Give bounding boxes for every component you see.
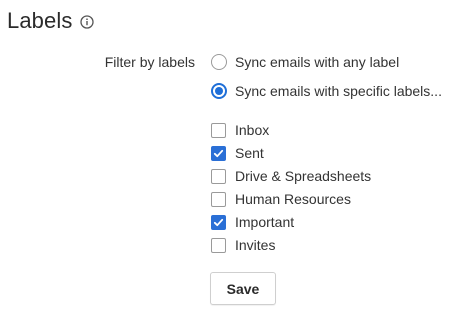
- info-icon[interactable]: [80, 14, 95, 29]
- label-item-human-resources[interactable]: Human Resources: [211, 190, 351, 208]
- label-item-important[interactable]: Important: [211, 213, 294, 231]
- checkmark-icon: [213, 218, 224, 226]
- label-item-drive-spreadsheets[interactable]: Drive & Spreadsheets: [211, 167, 371, 185]
- label-item-invites[interactable]: Invites: [211, 236, 275, 254]
- radio-specific-labels-text: Sync emails with specific labels...: [235, 83, 442, 99]
- label-name: Sent: [235, 145, 264, 161]
- label-name: Inbox: [235, 122, 270, 138]
- radio-specific-labels[interactable]: [211, 83, 227, 99]
- checkbox-drive-spreadsheets[interactable]: [211, 168, 226, 184]
- section-heading: Labels: [7, 6, 95, 36]
- label-item-inbox[interactable]: Inbox: [211, 121, 269, 139]
- checkmark-icon: [213, 149, 224, 157]
- checkbox-sent[interactable]: [211, 145, 226, 161]
- label-name: Drive & Spreadsheets: [235, 168, 372, 184]
- label-name: Important: [235, 214, 295, 230]
- label-name: Invites: [235, 237, 276, 253]
- checkbox-human-resources[interactable]: [211, 191, 226, 207]
- radio-option-specific-labels[interactable]: Sync emails with specific labels...: [211, 82, 442, 100]
- radio-any-label-text: Sync emails with any label: [235, 54, 400, 70]
- checkbox-important[interactable]: [211, 214, 226, 230]
- page-title: Labels: [7, 8, 73, 33]
- label-item-sent[interactable]: Sent: [211, 144, 264, 162]
- radio-any-label[interactable]: [211, 54, 227, 70]
- checkbox-invites[interactable]: [211, 237, 226, 253]
- radio-option-any-label[interactable]: Sync emails with any label: [211, 53, 399, 71]
- checkbox-inbox[interactable]: [211, 122, 226, 138]
- save-button[interactable]: Save: [210, 272, 276, 305]
- filter-by-labels-label: Filter by labels: [104, 54, 195, 70]
- label-name: Human Resources: [235, 191, 351, 207]
